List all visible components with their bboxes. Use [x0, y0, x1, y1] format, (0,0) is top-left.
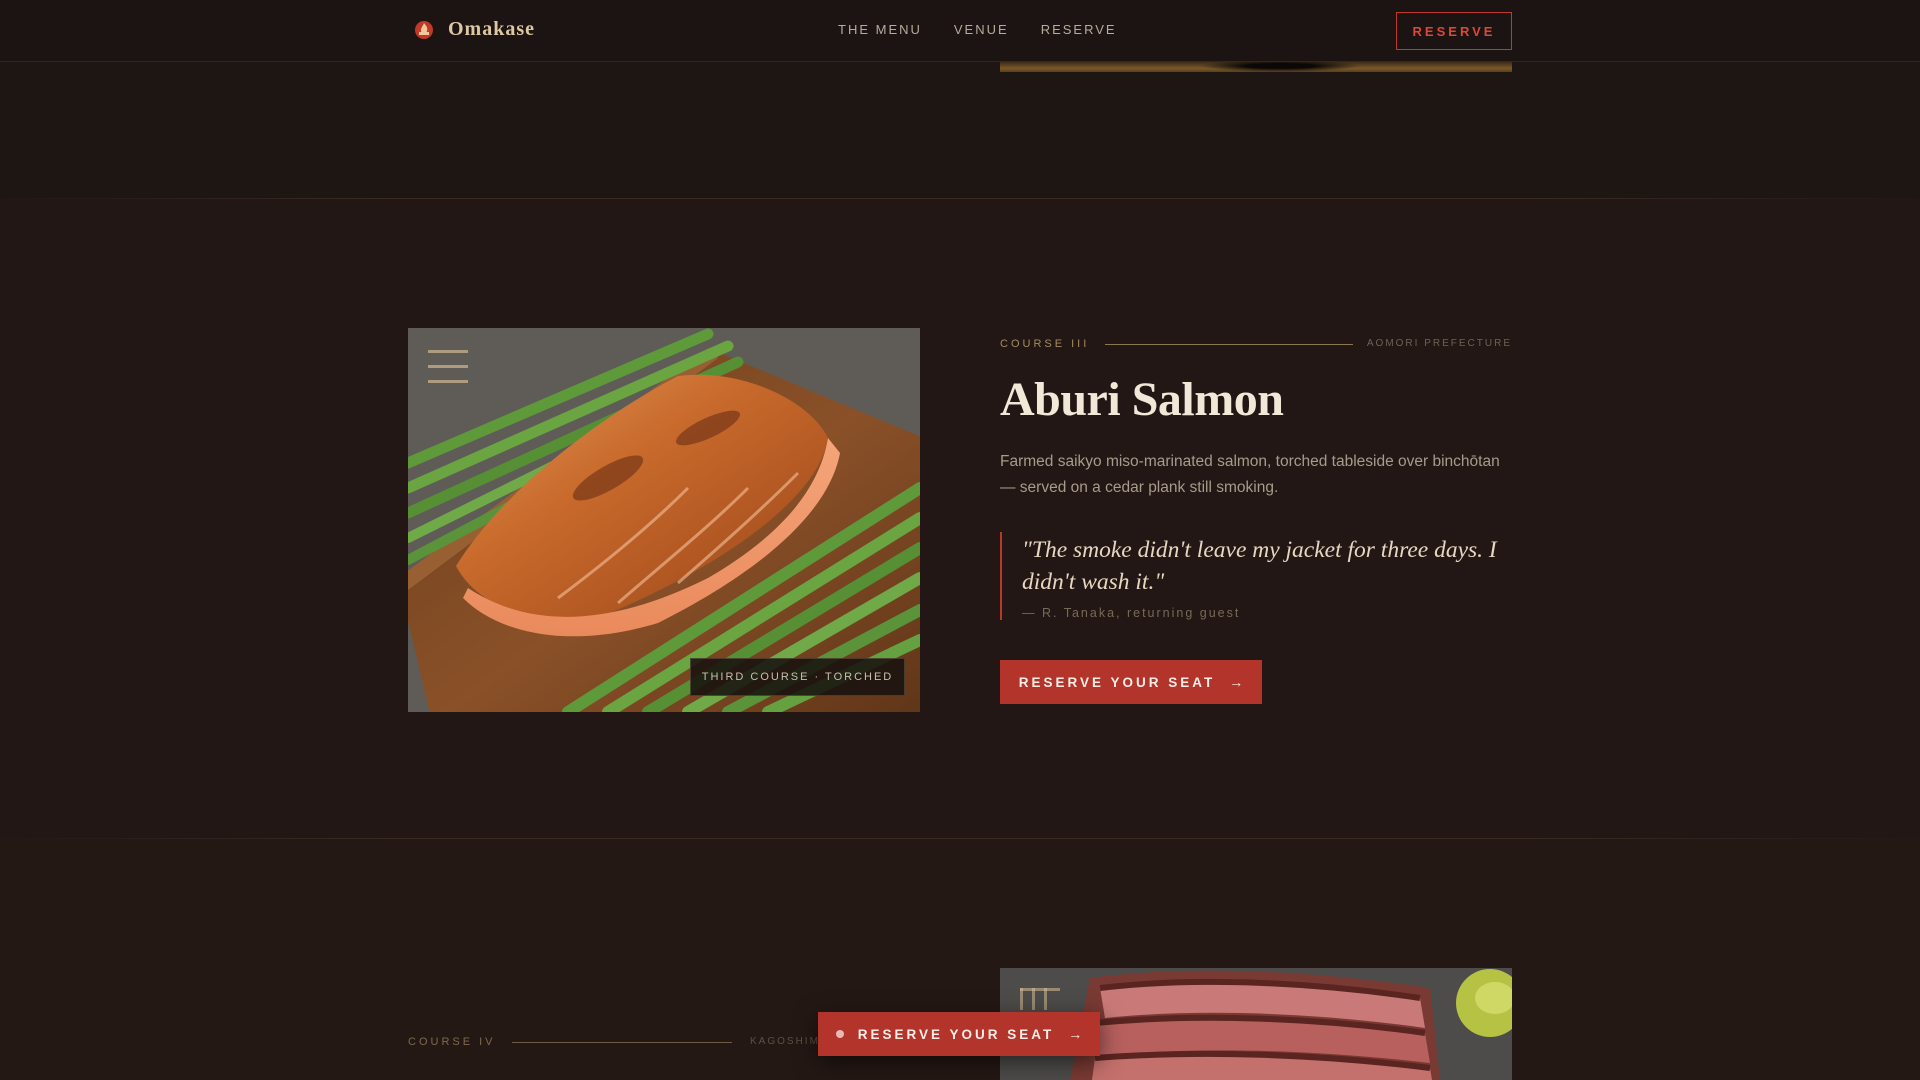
nav-reserve-button[interactable]: RESERVE [1396, 12, 1512, 50]
course-number: COURSE IV [408, 1036, 496, 1048]
photo-caption: THIRD COURSE · TORCHED [690, 658, 905, 696]
nav-link-the-menu[interactable]: THE MENU [838, 22, 922, 37]
course-location: AOMORI PREFECTURE [1366, 338, 1512, 349]
meta-divider-line [512, 1042, 732, 1043]
guest-quote: "The smoke didn't leave my jacket for th… [1000, 532, 1512, 620]
course-three-photo: THIRD COURSE · TORCHED [408, 328, 920, 712]
quote-attribution: — R. Tanaka, returning guest [1022, 606, 1241, 620]
nav-link-reserve[interactable]: RESERVE [1041, 22, 1117, 37]
top-navigation: Omakase THE MENU VENUE RESERVE RESERVE [0, 0, 1920, 62]
status-dot-icon [835, 1030, 844, 1038]
reserve-seat-label: RESERVE YOUR SEAT [1018, 674, 1216, 690]
course-description: Farmed saikyo miso-marinated salmon, tor… [1000, 453, 1500, 496]
floating-reserve-button[interactable]: RESERVE YOUR SEAT → [818, 1012, 1100, 1056]
meta-divider-line [1105, 344, 1353, 345]
brand-logo[interactable]: Omakase [414, 18, 535, 41]
arrow-right-icon: → [1229, 674, 1244, 690]
reserve-seat-button[interactable]: RESERVE YOUR SEAT → [1000, 660, 1262, 704]
nav-link-venue[interactable]: VENUE [954, 22, 1009, 37]
course-four-meta: COURSE IV KAGOSHIMA [408, 1034, 848, 1050]
course-location: KAGOSHIMA [750, 1036, 829, 1047]
section-divider [0, 838, 1920, 839]
section-divider [0, 198, 1920, 199]
course-number: COURSE III [1000, 338, 1090, 350]
menu-lines-icon [428, 348, 468, 386]
salmon-photo-illustration [408, 328, 920, 712]
flame-icon [414, 20, 434, 40]
section-course-three [0, 198, 1920, 838]
nav-links: THE MENU VENUE RESERVE [838, 22, 1117, 37]
brand-name: Omakase [448, 18, 535, 40]
arrow-right-icon: → [1068, 1026, 1083, 1042]
floating-reserve-label: RESERVE YOUR SEAT [857, 1026, 1055, 1042]
quote-text: "The smoke didn't leave my jacket for th… [1022, 537, 1497, 595]
course-meta: COURSE III AOMORI PREFECTURE [1000, 336, 1512, 352]
menu-lines-icon [1020, 988, 1060, 1010]
course-title: Aburi Salmon [1000, 373, 1284, 426]
